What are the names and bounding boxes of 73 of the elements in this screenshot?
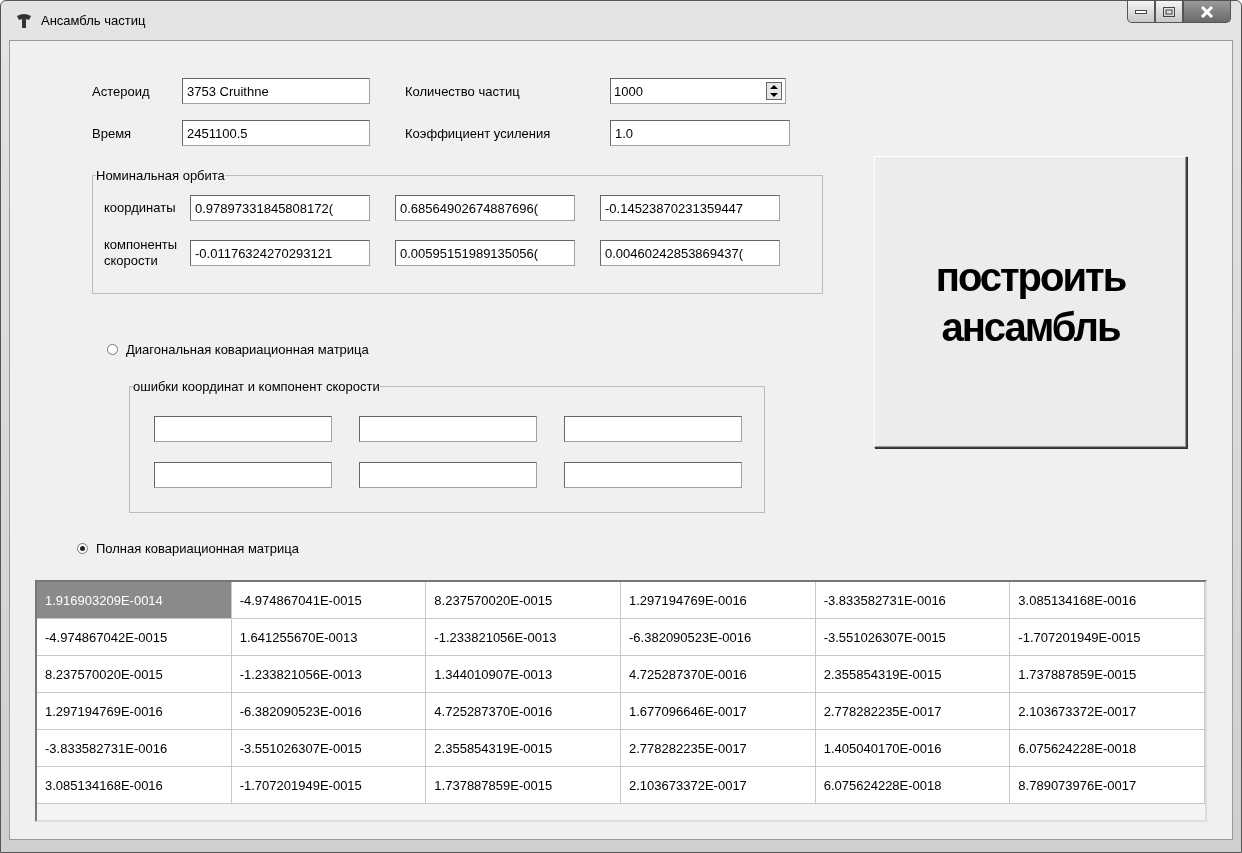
- input-field[interactable]: [359, 416, 537, 442]
- table-cell[interactable]: 8.237570020E-0015: [37, 656, 232, 693]
- table-cell[interactable]: 8.789073976E-0017: [1010, 767, 1205, 804]
- table-cell[interactable]: -4.974867042E-0015: [37, 619, 232, 656]
- build-button[interactable]: построить ансамбль: [874, 156, 1187, 448]
- group-title: ошибки координат и компонент скорости: [133, 379, 380, 394]
- radio-icon[interactable]: [107, 344, 118, 355]
- input-field[interactable]: 0.68564902674887696(: [395, 195, 575, 221]
- radio-option[interactable]: Диагональная ковариационная матрица: [107, 342, 827, 357]
- table-cell[interactable]: -3.833582731E-0016: [37, 730, 232, 767]
- field-label: Астероид: [92, 83, 151, 99]
- table-cell[interactable]: 2.103673372E-0017: [621, 767, 816, 804]
- row-label: компоненты скорости: [104, 237, 179, 269]
- app-icon: [15, 11, 33, 30]
- table-cell[interactable]: -6.382090523E-0016: [621, 619, 816, 656]
- minimize-button[interactable]: [1127, 1, 1155, 23]
- spin-arrows-icon[interactable]: [766, 82, 782, 100]
- maximize-button[interactable]: [1155, 1, 1183, 23]
- input-field[interactable]: 1.0: [610, 120, 790, 146]
- input-field[interactable]: [154, 416, 332, 442]
- table-cell[interactable]: 3.085134168E-0016: [1010, 582, 1205, 619]
- table-cell[interactable]: 1.737887859E-0015: [426, 767, 621, 804]
- input-field[interactable]: -0.01176324270293121: [190, 240, 370, 266]
- table-cell[interactable]: 1.297194769E-0016: [621, 582, 816, 619]
- input-field[interactable]: [359, 462, 537, 488]
- table-cell[interactable]: -3.551026307E-0015: [231, 730, 427, 767]
- input-field[interactable]: [564, 416, 742, 442]
- table-cell[interactable]: 1.641255670E-0013: [231, 619, 427, 656]
- table-cell[interactable]: 2.778282235E-0017: [815, 693, 1011, 730]
- table-cell[interactable]: 6.075624228E-0018: [815, 767, 1011, 804]
- input-field[interactable]: 2451100.5: [182, 120, 370, 146]
- radio-icon[interactable]: [77, 543, 88, 554]
- table-cell[interactable]: -6.382090523E-0016: [231, 693, 427, 730]
- table-cell[interactable]: -1.707201949E-0015: [1010, 619, 1205, 656]
- table-cell[interactable]: -1.233821056E-0013: [231, 656, 427, 693]
- field-label: Коэффициент усиления: [404, 125, 552, 141]
- input-field[interactable]: 0.00460242853869437(: [600, 240, 780, 266]
- field-label: Количество частиц: [404, 83, 521, 99]
- table-cell[interactable]: -1.707201949E-0015: [231, 767, 427, 804]
- input-field[interactable]: 0.97897331845808172(: [190, 195, 370, 221]
- table-cell[interactable]: 3.085134168E-0016: [37, 767, 232, 804]
- table-cell[interactable]: -1.233821056E-0013: [426, 619, 621, 656]
- table-cell[interactable]: -4.974867041E-0015: [231, 582, 427, 619]
- table-cell[interactable]: 1.737887859E-0015: [1010, 656, 1205, 693]
- minimize-icon: [1135, 8, 1147, 15]
- maximize-icon: [1163, 6, 1175, 17]
- table-cell[interactable]: 1.405040170E-0016: [815, 730, 1011, 767]
- table-cell[interactable]: 6.075624228E-0018: [1010, 730, 1205, 767]
- input-field[interactable]: -0.14523870231359447: [600, 195, 780, 221]
- table-cell[interactable]: -3.551026307E-0015: [815, 619, 1011, 656]
- table-cell[interactable]: 2.778282235E-0017: [621, 730, 816, 767]
- input-field[interactable]: 3753 Cruithne: [182, 78, 370, 104]
- input-field[interactable]: [564, 462, 742, 488]
- table-cell[interactable]: 2.103673372E-0017: [1010, 693, 1205, 730]
- close-icon: [1200, 5, 1214, 18]
- row-label: координаты: [104, 200, 177, 216]
- table-cell[interactable]: -3.833582731E-0016: [815, 582, 1011, 619]
- field-label: Время: [92, 125, 133, 141]
- table-cell[interactable]: 8.237570020E-0015: [426, 582, 621, 619]
- input-field[interactable]: 0.00595151989135056(: [395, 240, 575, 266]
- group-title: Номинальная орбита: [96, 168, 225, 183]
- table-cell[interactable]: 2.355854319E-0015: [426, 730, 621, 767]
- close-button[interactable]: [1183, 1, 1231, 23]
- input-field[interactable]: [154, 462, 332, 488]
- table-cell[interactable]: 2.355854319E-0015: [815, 656, 1011, 693]
- table-cell[interactable]: 1.344010907E-0013: [426, 656, 621, 693]
- table-cell[interactable]: 4.725287370E-0016: [426, 693, 621, 730]
- table-cell[interactable]: 1.677096646E-0017: [621, 693, 816, 730]
- table-cell[interactable]: 1.297194769E-0016: [37, 693, 232, 730]
- window-title: Ансамбль частиц: [41, 13, 146, 28]
- table-cell[interactable]: 4.725287370E-0016: [621, 656, 816, 693]
- radio-option[interactable]: Полная ковариационная матрица: [77, 541, 827, 556]
- number-field[interactable]: 1000: [610, 78, 786, 104]
